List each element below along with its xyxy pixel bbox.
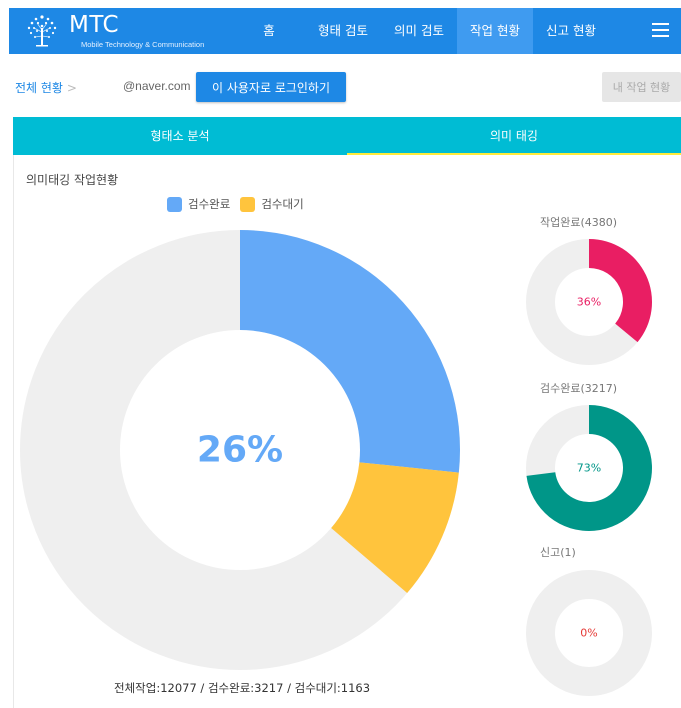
- donut-percent-work-done: 36%: [577, 296, 601, 309]
- donut-slice-work-done[interactable]: [589, 239, 653, 343]
- donut-percent-review-done: 73%: [577, 462, 601, 475]
- chart-title-work-done: 작업완료(4380): [540, 216, 618, 229]
- donut-charts: 26% 36% 73% 0%: [20, 230, 653, 696]
- main-donut-percent: 26%: [197, 430, 283, 471]
- chart-title-report: 신고(1): [540, 546, 576, 559]
- work-summary: 전체작업:12077 / 검수완료:3217 / 검수대기:1163: [114, 681, 371, 695]
- donut-percent-report: 0%: [580, 627, 597, 640]
- chart-title-review-done: 검수완료(3217): [540, 382, 618, 395]
